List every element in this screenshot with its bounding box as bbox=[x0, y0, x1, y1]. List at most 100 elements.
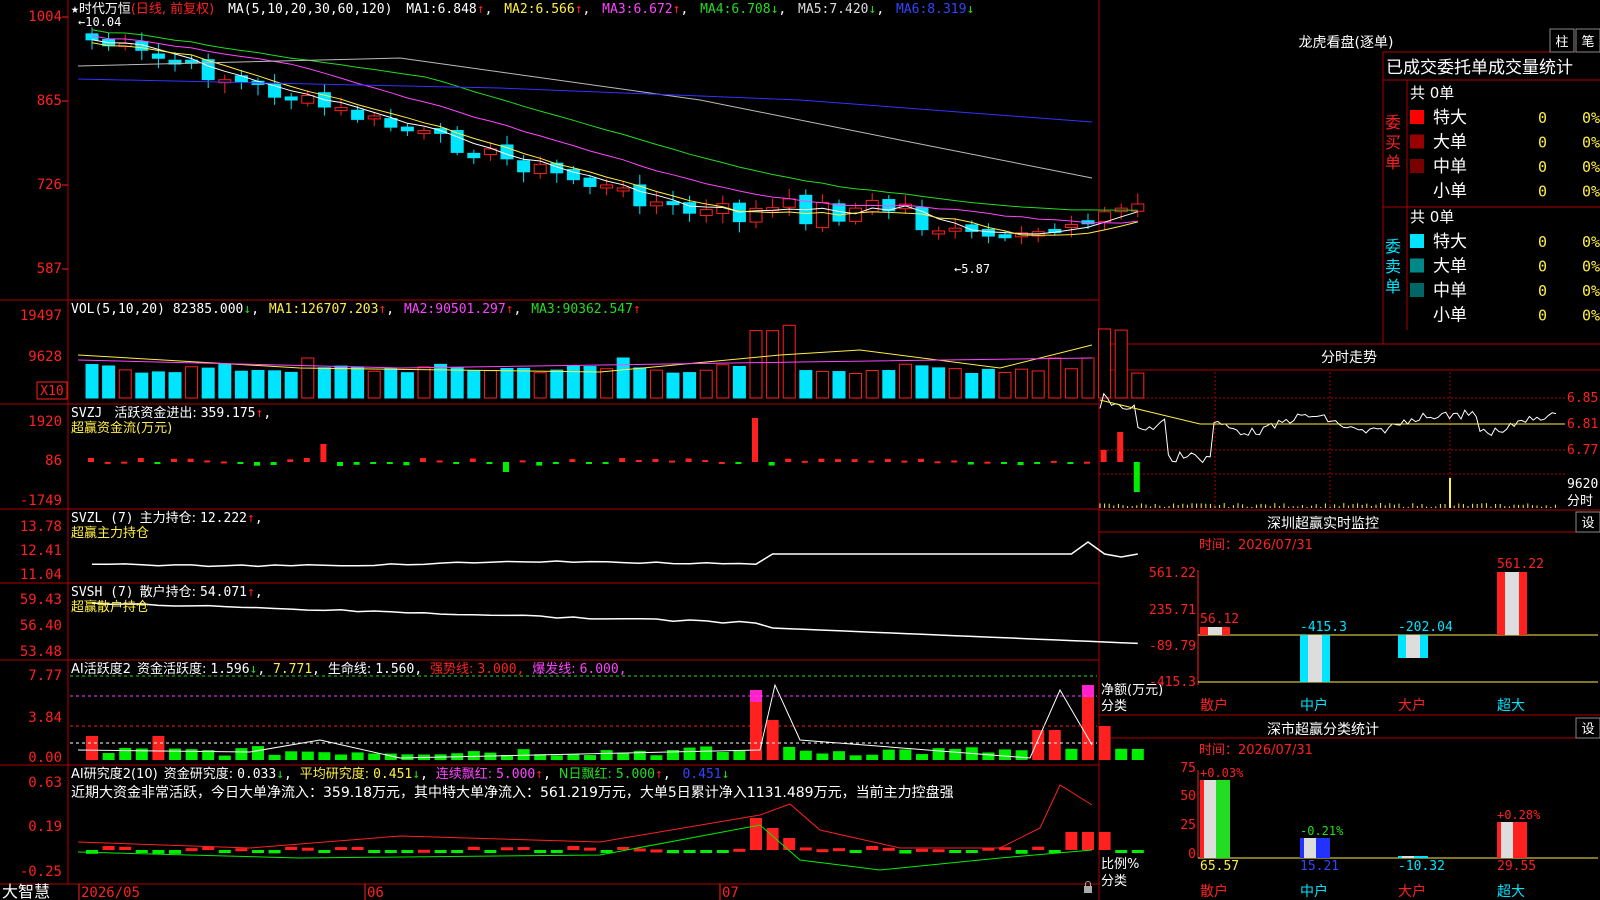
svg-text:07: 07 bbox=[722, 885, 739, 900]
svzj-sub: 超赢资金流(万元) bbox=[71, 420, 172, 436]
svg-text:726: 726 bbox=[37, 177, 62, 193]
ai1-bar bbox=[119, 747, 132, 760]
sz-monitor-category: 大户 bbox=[1398, 697, 1426, 714]
order-color-swatch bbox=[1410, 110, 1424, 124]
ai1-bar bbox=[899, 749, 912, 760]
candle-body bbox=[600, 184, 614, 189]
sz-class-xlabel: 分类 bbox=[1101, 874, 1127, 889]
ai2-bar bbox=[318, 850, 331, 853]
svzj-bar bbox=[1017, 462, 1024, 466]
vol-bar bbox=[832, 371, 846, 399]
vol-bar bbox=[699, 369, 713, 399]
svzj-bars bbox=[88, 418, 1140, 492]
order-color-swatch bbox=[1410, 134, 1424, 149]
vol-bar bbox=[865, 369, 879, 399]
candle-body bbox=[932, 230, 946, 235]
sz-class-bar-highlight bbox=[1204, 780, 1216, 858]
order-row-name: 大单 bbox=[1433, 133, 1467, 153]
ai1-bar bbox=[351, 752, 364, 760]
vol-bar bbox=[1131, 372, 1145, 399]
ai1-bar bbox=[1131, 748, 1144, 760]
order-row-percent: 0% bbox=[1582, 258, 1600, 276]
ai1-bar bbox=[252, 746, 264, 760]
ai1-bar bbox=[517, 749, 530, 760]
candle-body bbox=[815, 201, 829, 229]
candle-body bbox=[234, 75, 248, 83]
ai2-bar bbox=[1065, 832, 1078, 850]
trading-terminal: 56.12 散户 -415.3 中户 -202.04 大户 561.22 超大 +0.03% 65… bbox=[0, 0, 1600, 900]
svzl-header: SVZL (7) 主力持仓: 12.222↑, bbox=[71, 511, 263, 526]
ai2-bar bbox=[185, 848, 198, 852]
sell-label-1: 委 bbox=[1385, 237, 1401, 256]
vol-bar bbox=[301, 357, 315, 399]
price-low-note: ←5.87 bbox=[954, 262, 990, 276]
buy-label-3: 单 bbox=[1385, 153, 1401, 172]
vol-bar bbox=[467, 370, 481, 399]
vol-bar bbox=[749, 330, 763, 399]
vol-bar bbox=[317, 367, 331, 399]
order-row-volume: 0 bbox=[1538, 134, 1547, 152]
sz-class-title: 深市超赢分类统计 bbox=[1267, 721, 1379, 738]
price-high-note: ←10.04 bbox=[78, 15, 121, 29]
sz-class-bar-top: +0.28% bbox=[1497, 808, 1541, 822]
svzj-bar bbox=[469, 458, 476, 462]
ai2-bar bbox=[833, 848, 845, 852]
ai2-bar bbox=[102, 846, 115, 850]
svzj-bar bbox=[453, 462, 460, 464]
vol-bar bbox=[500, 367, 514, 399]
tick-view-button-label: 笔 bbox=[1581, 34, 1594, 50]
svzj-bar bbox=[685, 458, 692, 462]
ai1-bar bbox=[1032, 730, 1045, 760]
ai1-ref-lines bbox=[70, 675, 1097, 744]
svg-text:50: 50 bbox=[1180, 789, 1196, 804]
candle-body bbox=[367, 115, 381, 120]
ai1-bar bbox=[318, 752, 331, 760]
ai2-bar bbox=[700, 850, 713, 853]
vol-bar bbox=[633, 367, 647, 399]
ai2-bar bbox=[1015, 850, 1028, 854]
svzj-bar bbox=[154, 462, 161, 464]
sz-monitor-category: 散户 bbox=[1200, 697, 1228, 714]
vol-bar bbox=[566, 365, 580, 399]
ai2-bar bbox=[899, 850, 912, 854]
vol-bar bbox=[400, 372, 414, 399]
vol-bar bbox=[932, 367, 946, 399]
ai1-bar bbox=[716, 751, 729, 760]
candle-body bbox=[351, 109, 365, 120]
ai1-bar bbox=[949, 748, 962, 760]
ai1-bar bbox=[1065, 748, 1078, 760]
svzl-sub: 超赢主力持仓 bbox=[71, 525, 149, 541]
svzj-bar bbox=[287, 459, 294, 462]
svzj-bar bbox=[370, 462, 377, 465]
order-row-volume: 0 bbox=[1538, 258, 1547, 276]
vol-bar bbox=[683, 372, 697, 399]
ma1-line bbox=[91, 39, 1138, 235]
ai1-bar bbox=[833, 751, 845, 760]
lock-icon[interactable] bbox=[1084, 886, 1092, 893]
ai2-bar bbox=[169, 850, 181, 854]
vol-bar bbox=[799, 370, 813, 399]
vol-bar bbox=[550, 369, 564, 399]
ai2-bar bbox=[882, 847, 895, 851]
lhb-title: 龙虎看盘(逐单) bbox=[1299, 34, 1394, 51]
svzl-line bbox=[91, 541, 1138, 568]
svzj-header: SVZJ 活跃资金进出: 359.175↑, bbox=[71, 405, 271, 421]
ai2-bar bbox=[1032, 846, 1045, 850]
ai1-bar bbox=[335, 754, 347, 760]
vol-bar bbox=[334, 365, 348, 399]
svzj-bar bbox=[818, 458, 825, 462]
order-row-volume: 0 bbox=[1538, 183, 1547, 201]
ai2-bar bbox=[268, 850, 281, 854]
order-row-name: 中单 bbox=[1433, 157, 1467, 177]
ai2-bar bbox=[218, 850, 231, 853]
order-row-percent: 0% bbox=[1582, 233, 1600, 251]
ai1-bar bbox=[368, 753, 381, 760]
svzj-bar bbox=[436, 460, 443, 463]
svg-text:19497: 19497 bbox=[20, 308, 62, 324]
vol-bar bbox=[284, 371, 298, 399]
ai2-bar bbox=[932, 849, 945, 853]
order-row-percent: 0% bbox=[1582, 109, 1600, 127]
ai2-bar bbox=[384, 850, 397, 853]
ai1-bar bbox=[1048, 730, 1061, 760]
vol-bar bbox=[1114, 329, 1128, 399]
